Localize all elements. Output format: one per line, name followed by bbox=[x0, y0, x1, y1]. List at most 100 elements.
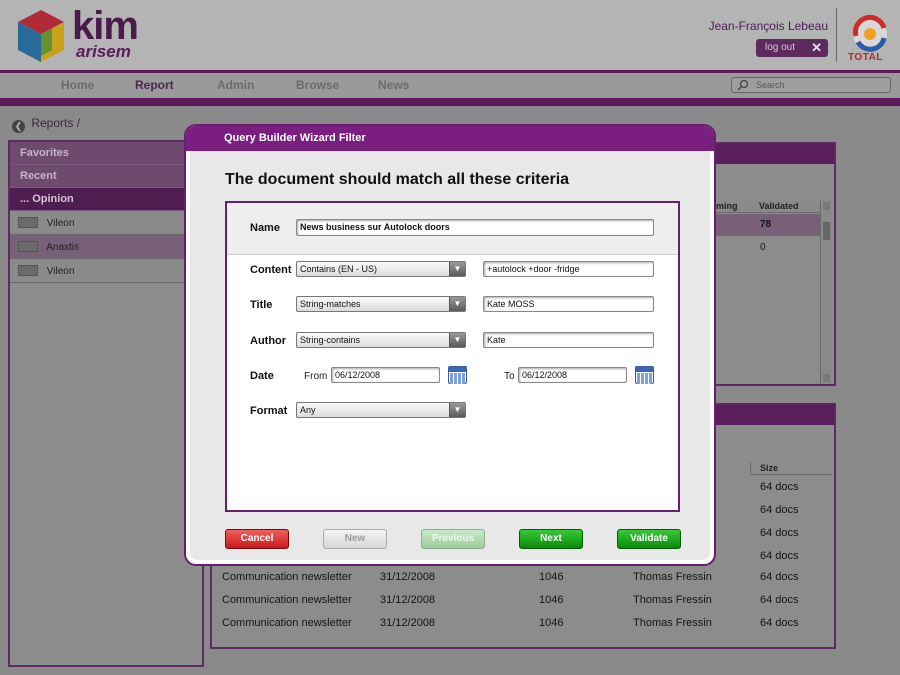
table-cell: 78 bbox=[760, 219, 772, 230]
dialog-title: Query Builder Wizard Filter bbox=[186, 126, 714, 151]
next-button[interactable]: Next bbox=[519, 529, 583, 549]
date-from-label: From bbox=[304, 371, 328, 382]
total-logo-text: TOTAL bbox=[848, 52, 883, 63]
table-cell: Thomas Fressin bbox=[633, 617, 712, 629]
date-from-field[interactable]: 06/12/2008 bbox=[331, 367, 440, 383]
search-placeholder: Search bbox=[756, 80, 785, 90]
breadcrumb[interactable]: ❮ Reports / bbox=[12, 116, 80, 133]
logout-label: log out bbox=[765, 42, 796, 53]
column-header-size[interactable]: Size bbox=[760, 463, 778, 473]
author-operator-select[interactable]: String-contains ▼ bbox=[296, 332, 466, 348]
dialog-heading: The document should match all these crit… bbox=[225, 171, 570, 188]
chevron-down-icon[interactable]: ▼ bbox=[449, 297, 465, 311]
cancel-button[interactable]: Cancel bbox=[225, 529, 289, 549]
date-to-label: To bbox=[504, 371, 515, 382]
date-to-field[interactable]: 06/12/2008 bbox=[518, 367, 627, 383]
close-icon: ✕ bbox=[811, 40, 822, 55]
nav-item-admin[interactable]: Admin bbox=[217, 78, 254, 92]
logo-arisem-text: arisem bbox=[76, 42, 131, 61]
table-cell: 1046 bbox=[539, 571, 564, 583]
content-value-field[interactable]: +autolock +door -fridge bbox=[483, 261, 654, 277]
nav-item-home[interactable]: Home bbox=[61, 78, 94, 92]
select-value: String-contains bbox=[300, 335, 361, 345]
criteria-box: Name News business sur Autolock doors Co… bbox=[225, 201, 680, 512]
table-body: Communication newsletter 31/12/2008 1046… bbox=[212, 566, 832, 636]
content-operator-select[interactable]: Contains (EN - US) ▼ bbox=[296, 261, 466, 277]
list-item[interactable]: Anaxtis bbox=[10, 235, 202, 259]
chevron-down-icon[interactable]: ▼ bbox=[449, 403, 465, 417]
chevron-down-icon[interactable]: ▼ bbox=[449, 262, 465, 276]
table-cell: 1046 bbox=[539, 594, 564, 606]
kim-logo-cube-icon bbox=[18, 10, 64, 62]
scroll-down-arrow-icon[interactable] bbox=[823, 374, 830, 382]
calendar-icon[interactable] bbox=[635, 366, 654, 384]
table-cell: 64 docs bbox=[760, 527, 799, 539]
table-cell: Communication newsletter bbox=[222, 594, 352, 606]
table-cell: Thomas Fressin bbox=[633, 571, 712, 583]
query-builder-dialog: Query Builder Wizard Filter The document… bbox=[184, 124, 716, 566]
date-label: Date bbox=[250, 370, 274, 382]
column-header-validated[interactable]: Validated bbox=[759, 201, 799, 211]
list-item[interactable]: Vileon bbox=[10, 259, 202, 283]
list-item-label: Anaxtis bbox=[46, 242, 80, 253]
list-item-label: Vileon bbox=[46, 266, 75, 277]
folder-icon bbox=[18, 241, 38, 252]
author-label: Author bbox=[250, 335, 287, 347]
table-cell: 31/12/2008 bbox=[380, 571, 436, 583]
table-cell: Communication newsletter bbox=[222, 617, 352, 629]
table-row[interactable]: Communication newsletter 31/12/2008 1046… bbox=[212, 589, 832, 611]
nav-item-report[interactable]: Report bbox=[135, 78, 174, 92]
nav-item-browse[interactable]: Browse bbox=[296, 78, 339, 92]
search-icon bbox=[737, 79, 749, 91]
author-value-field[interactable]: Kate bbox=[483, 332, 654, 348]
nav-bottom-band bbox=[0, 98, 900, 106]
table-cell: Thomas Fressin bbox=[633, 594, 712, 606]
logout-button[interactable]: log out ✕ bbox=[756, 39, 828, 57]
table-cell: 64 docs bbox=[760, 617, 799, 629]
search-input[interactable]: Search bbox=[731, 77, 891, 93]
tab-favorites[interactable]: Favorites bbox=[10, 142, 202, 165]
select-value: String-matches bbox=[300, 299, 361, 309]
user-name: Jean-François Lebeau bbox=[708, 19, 828, 33]
folder-icon bbox=[18, 265, 38, 276]
column-header-ming[interactable]: ming bbox=[716, 201, 738, 211]
new-button[interactable]: New bbox=[323, 529, 387, 549]
list-item[interactable]: Vileon bbox=[10, 211, 202, 235]
dialog-body: The document should match all these crit… bbox=[190, 151, 710, 560]
folder-icon bbox=[18, 217, 38, 228]
scroll-thumb[interactable] bbox=[823, 222, 830, 240]
calendar-icon[interactable] bbox=[448, 366, 467, 384]
name-field[interactable]: News business sur Autolock doors bbox=[296, 219, 654, 236]
name-label: Name bbox=[250, 222, 280, 234]
table-cell: 64 docs bbox=[760, 550, 799, 562]
table-cell: 0 bbox=[760, 242, 766, 253]
table-cell: 31/12/2008 bbox=[380, 594, 436, 606]
content-label: Content bbox=[250, 264, 292, 276]
list-item-label: Vileon bbox=[46, 218, 75, 229]
table-cell: 64 docs bbox=[760, 481, 799, 493]
chevron-down-icon[interactable]: ▼ bbox=[449, 333, 465, 347]
table-cell: 31/12/2008 bbox=[380, 617, 436, 629]
previous-button[interactable]: Previous bbox=[421, 529, 485, 549]
sidebar: Favorites Recent ... Opinion Vileon Anax… bbox=[8, 140, 204, 667]
table-row[interactable]: Communication newsletter 31/12/2008 1046… bbox=[212, 566, 832, 588]
breadcrumb-label[interactable]: Reports / bbox=[31, 116, 80, 130]
table-cell: 1046 bbox=[539, 617, 564, 629]
title-value-field[interactable]: Kate MOSS bbox=[483, 296, 654, 312]
validate-button[interactable]: Validate bbox=[617, 529, 681, 549]
table-row[interactable]: Communication newsletter 31/12/2008 1046… bbox=[212, 612, 832, 634]
scroll-up-arrow-icon[interactable] bbox=[823, 202, 830, 210]
app-header: kim arisem Jean-François Lebeau log out … bbox=[0, 0, 900, 72]
tab-opinion[interactable]: ... Opinion bbox=[10, 188, 202, 211]
table-cell: 64 docs bbox=[760, 571, 799, 583]
nav-item-news[interactable]: News bbox=[378, 78, 409, 92]
scrollbar[interactable] bbox=[820, 200, 832, 384]
title-operator-select[interactable]: String-matches ▼ bbox=[296, 296, 466, 312]
header-divider bbox=[836, 8, 837, 62]
title-label: Title bbox=[250, 299, 273, 311]
format-label: Format bbox=[250, 405, 288, 417]
back-arrow-icon[interactable]: ❮ bbox=[12, 120, 25, 133]
tab-recent[interactable]: Recent bbox=[10, 165, 202, 188]
format-select[interactable]: Any ▼ bbox=[296, 402, 466, 418]
table-cell: Communication newsletter bbox=[222, 571, 352, 583]
